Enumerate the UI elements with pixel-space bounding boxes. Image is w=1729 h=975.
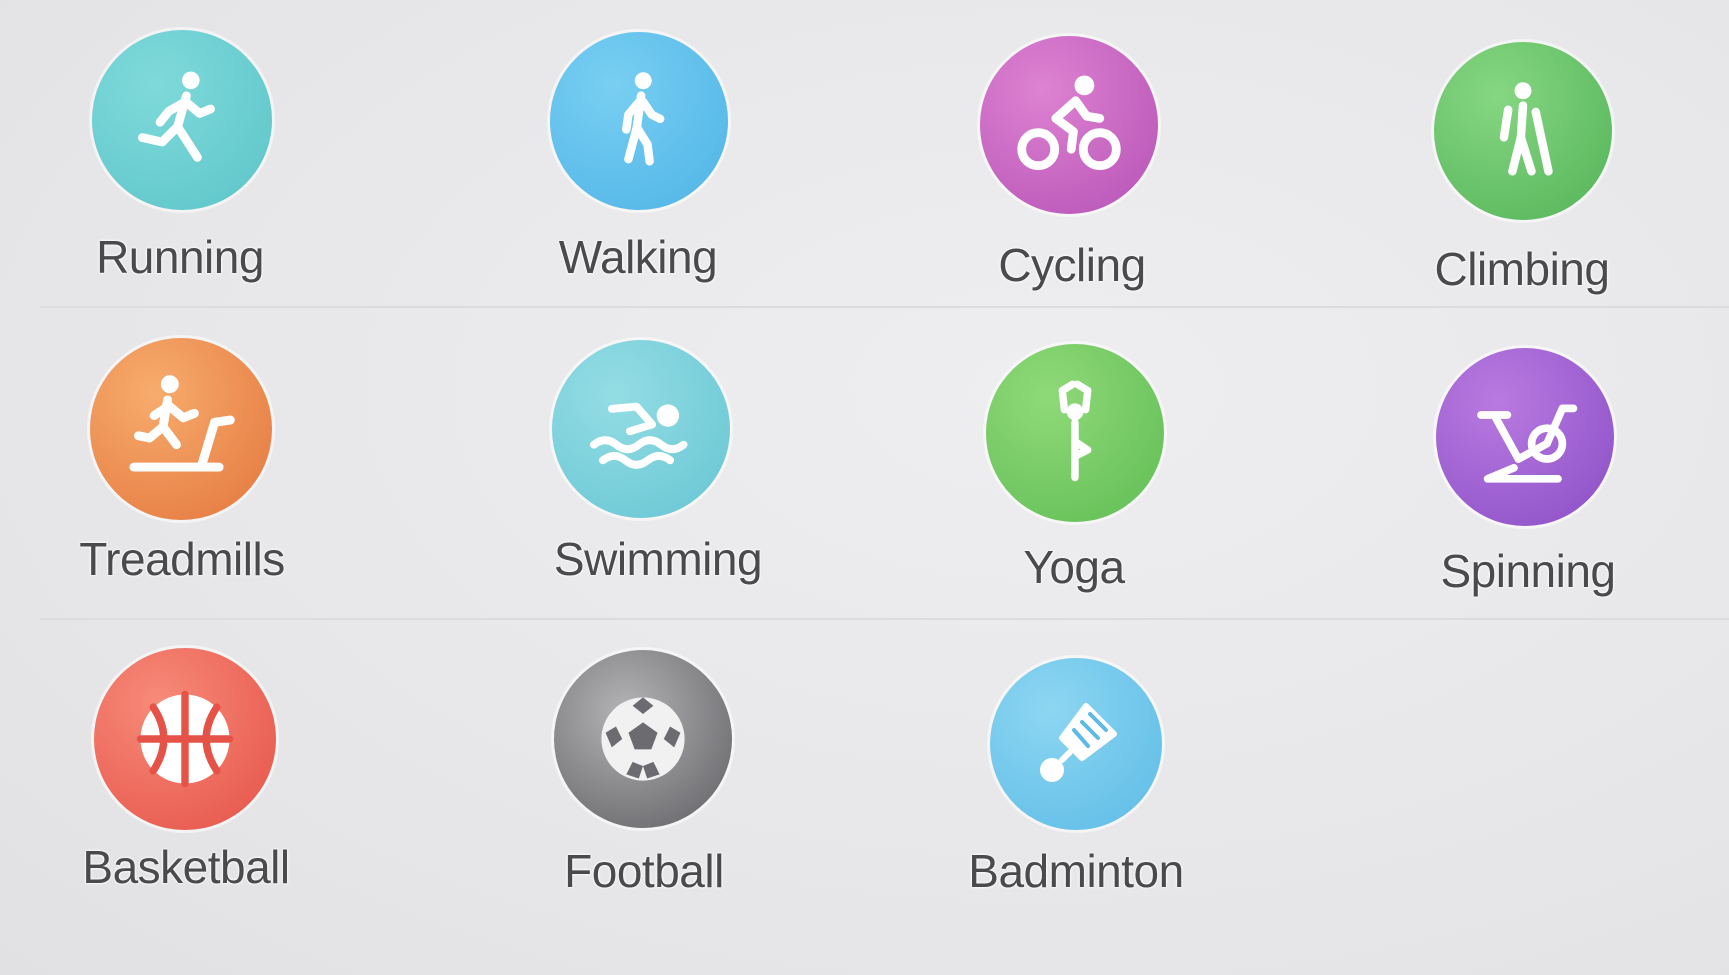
activity-basketball[interactable]: Basketball [82,648,414,948]
activity-label: Yoga [1023,541,1125,593]
activity-label: Football [564,845,724,897]
treadmill-icon [90,338,272,520]
activity-label: Cycling [998,239,1146,291]
activity-label: Swimming [553,533,763,585]
yoga-icon [986,344,1164,522]
activity-label: Treadmills [79,533,285,585]
activity-label: Walking [558,231,718,283]
activity-label: Badminton [968,845,1184,897]
walking-icon [550,32,728,210]
activity-label: Running [96,231,264,283]
swimming-icon [552,340,730,518]
activity-label: Basketball [82,841,290,893]
activity-walking[interactable]: Walking [550,32,870,332]
activity-yoga[interactable]: Yoga [986,344,1306,644]
football-icon [554,650,732,828]
badminton-icon [990,658,1162,830]
activity-label: Climbing [1434,243,1610,295]
activity-running[interactable]: Running [92,30,412,330]
climbing-icon [1434,42,1612,220]
activity-badminton[interactable]: Badminton [968,658,1310,958]
activity-spinning[interactable]: Spinning [1436,348,1729,648]
basketball-icon [94,648,276,830]
activity-treadmills[interactable]: Treadmills [79,338,410,638]
activity-swimming[interactable]: Swimming [552,340,872,640]
activity-climbing[interactable]: Climbing [1434,42,1729,342]
activity-label: Spinning [1440,545,1616,597]
spinning-icon [1436,348,1614,526]
cycling-icon [980,36,1158,214]
activity-football[interactable]: Football [554,650,874,950]
activity-grid: Running Walking Cycling Climbing Treadmi… [0,0,1729,975]
activity-cycling[interactable]: Cycling [980,36,1300,336]
running-icon [92,30,272,210]
